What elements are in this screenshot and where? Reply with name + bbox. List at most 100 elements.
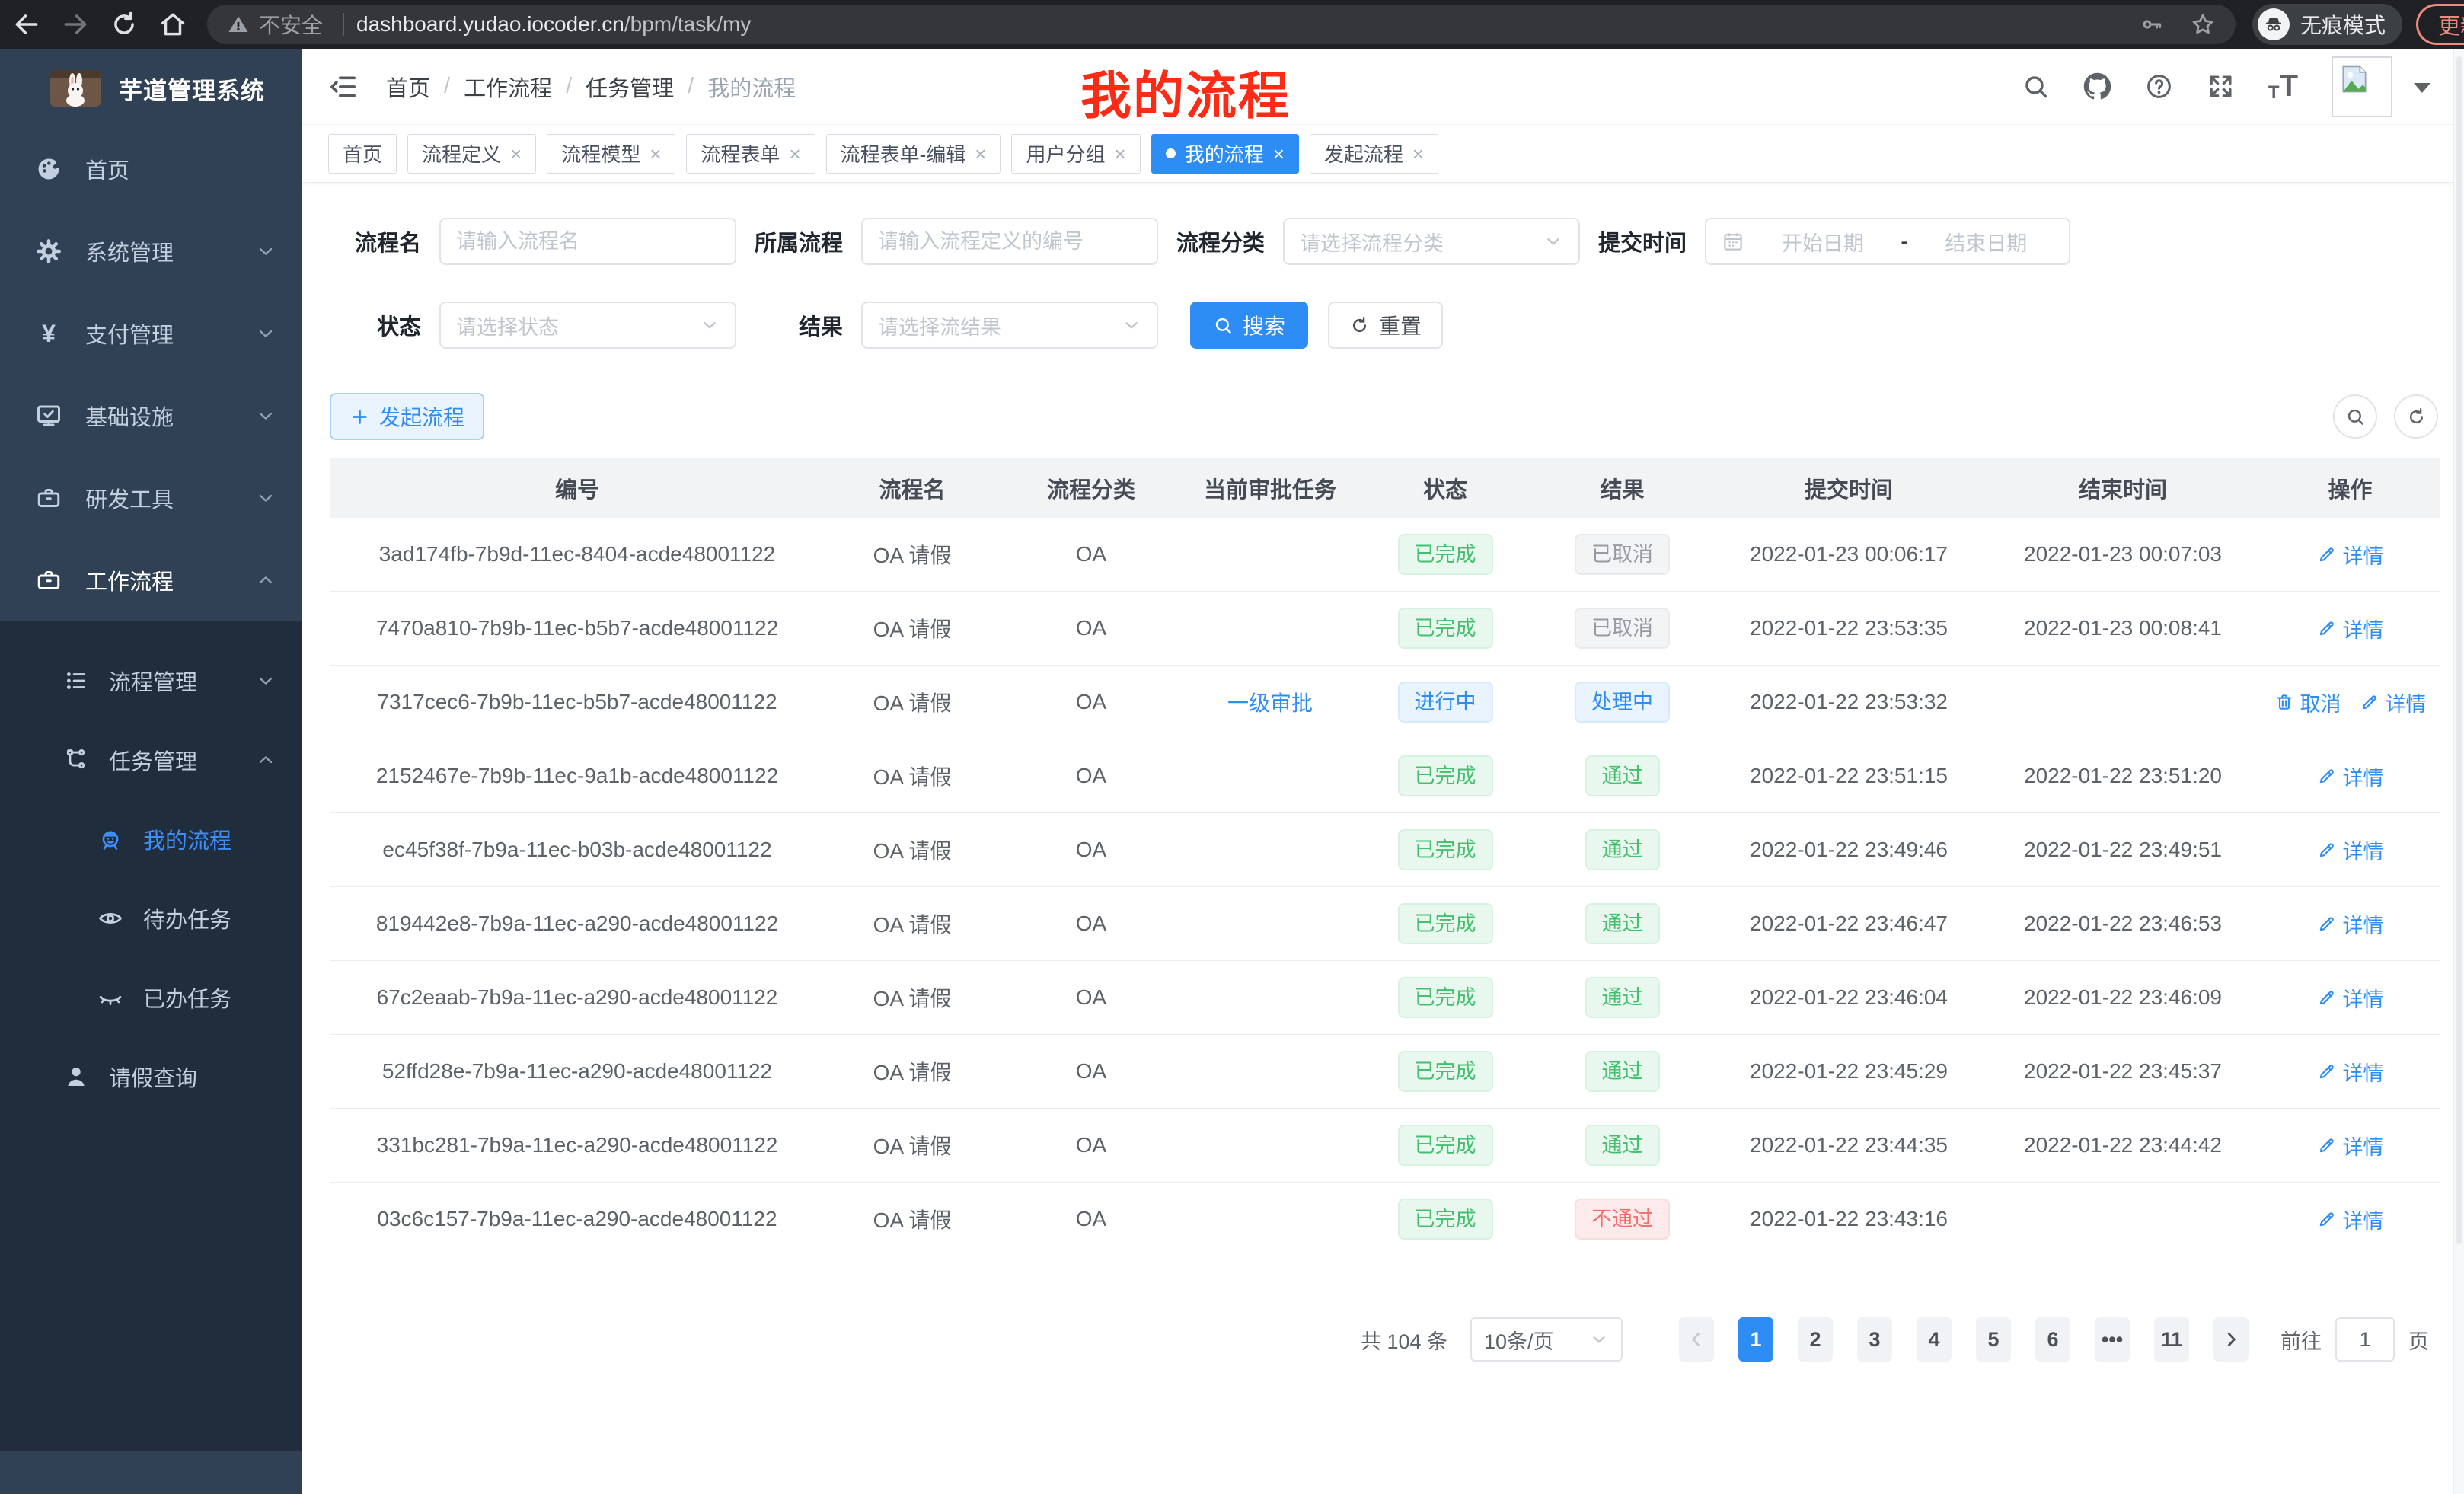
github-icon[interactable] bbox=[2083, 72, 2111, 101]
scrollbar-thumb[interactable] bbox=[2456, 56, 2462, 1244]
submit-time: 2022-01-22 23:44:35 bbox=[1750, 1133, 1948, 1157]
close-icon[interactable]: × bbox=[789, 144, 800, 164]
breadcrumb-item[interactable]: 工作流程 bbox=[464, 71, 552, 103]
detail-link[interactable]: 详情 bbox=[2317, 540, 2384, 570]
column-header: 流程名 bbox=[825, 472, 1000, 504]
page-button-6[interactable]: 6 bbox=[2035, 1317, 2070, 1362]
page-button-2[interactable]: 2 bbox=[1798, 1317, 1833, 1362]
scrollbar[interactable] bbox=[2453, 49, 2464, 1494]
sidebar-subitem-4[interactable]: 已办任务 bbox=[0, 958, 302, 1037]
reload-icon[interactable] bbox=[110, 10, 139, 39]
detail-link[interactable]: 详情 bbox=[2317, 1131, 2384, 1160]
process-name-input-field[interactable] bbox=[456, 230, 720, 254]
status-select[interactable]: 请选择状态 bbox=[439, 302, 736, 349]
detail-link[interactable]: 详情 bbox=[2317, 909, 2384, 939]
fullscreen-icon[interactable] bbox=[2207, 72, 2235, 101]
reset-button[interactable]: 重置 bbox=[1328, 302, 1443, 349]
sidebar-item-1[interactable]: 系统管理 bbox=[0, 210, 302, 292]
collapse-sidebar-icon[interactable] bbox=[328, 72, 359, 102]
detail-link[interactable]: 详情 bbox=[2360, 688, 2427, 717]
page-button-5[interactable]: 5 bbox=[1976, 1317, 2011, 1362]
tab-流程表单-编辑[interactable]: 流程表单-编辑× bbox=[826, 134, 1001, 174]
start-process-button[interactable]: 发起流程 bbox=[330, 393, 484, 440]
result-select[interactable]: 请选择流结果 bbox=[861, 302, 1158, 349]
sidebar-bottom-spacer bbox=[0, 1451, 302, 1494]
help-icon[interactable] bbox=[2145, 72, 2173, 101]
page-button-11[interactable]: 11 bbox=[2154, 1317, 2189, 1362]
process-definition-input-field[interactable] bbox=[878, 230, 1141, 254]
sidebar-item-2[interactable]: ¥支付管理 bbox=[0, 292, 302, 375]
home-icon[interactable] bbox=[158, 10, 187, 39]
detail-link[interactable]: 详情 bbox=[2317, 983, 2384, 1013]
tab-我的流程[interactable]: 我的流程× bbox=[1151, 134, 1299, 174]
cell-category: OA bbox=[1000, 1059, 1183, 1084]
forward-icon[interactable] bbox=[61, 10, 90, 39]
tab-用户分组[interactable]: 用户分组× bbox=[1011, 134, 1140, 174]
sidebar-item-0[interactable]: 首页 bbox=[0, 128, 302, 210]
detail-link[interactable]: 详情 bbox=[2317, 1205, 2384, 1234]
sidebar-item-3[interactable]: 基础设施 bbox=[0, 375, 302, 457]
sidebar-item-5[interactable]: 工作流程 bbox=[0, 539, 302, 621]
app-logo-row[interactable]: 芋道管理系统 bbox=[0, 49, 302, 128]
search-icon[interactable] bbox=[2022, 72, 2050, 101]
page-button-3[interactable]: 3 bbox=[1857, 1317, 1892, 1362]
sidebar-item-4[interactable]: 研发工具 bbox=[0, 457, 302, 539]
url-host: dashboard.yudao.iocoder.cn bbox=[356, 12, 624, 37]
search-button[interactable]: 搜索 bbox=[1190, 302, 1308, 349]
address-bar[interactable]: 不安全 dashboard.yudao.iocoder.cn/bpm/task/… bbox=[207, 5, 2236, 44]
tab-流程表单[interactable]: 流程表单× bbox=[686, 134, 815, 174]
detail-link[interactable]: 详情 bbox=[2317, 835, 2384, 865]
sidebar-subitem-1[interactable]: 任务管理 bbox=[0, 720, 302, 800]
process-definition-input[interactable] bbox=[861, 218, 1158, 265]
page-size-select[interactable]: 10条/页 bbox=[1470, 1317, 1623, 1362]
next-page-button[interactable] bbox=[2213, 1317, 2249, 1362]
breadcrumb-item[interactable]: 任务管理 bbox=[586, 71, 674, 103]
breadcrumb-item[interactable]: 首页 bbox=[386, 71, 430, 103]
sidebar-subitem-3[interactable]: 待办任务 bbox=[0, 879, 302, 958]
page-button-4[interactable]: 4 bbox=[1917, 1317, 1952, 1362]
avatar-dropdown-icon[interactable] bbox=[2414, 83, 2430, 101]
tab-流程模型[interactable]: 流程模型× bbox=[547, 134, 675, 174]
end-date-placeholder[interactable]: 结束日期 bbox=[1919, 227, 2054, 257]
detail-link[interactable]: 详情 bbox=[2317, 761, 2384, 791]
font-size-icon[interactable]: TT bbox=[2268, 69, 2298, 104]
detail-link[interactable]: 详情 bbox=[2317, 614, 2384, 643]
back-icon[interactable] bbox=[12, 10, 41, 39]
topbar: 首页 / 工作流程 / 任务管理 / 我的流程 TT bbox=[302, 49, 2464, 125]
cancel-link[interactable]: 取消 bbox=[2274, 688, 2341, 717]
show-search-toggle-button[interactable] bbox=[2333, 394, 2377, 439]
detail-link[interactable]: 详情 bbox=[2317, 1057, 2384, 1087]
close-icon[interactable]: × bbox=[1115, 144, 1126, 164]
sidebar-subitem-5[interactable]: 请假查询 bbox=[0, 1037, 302, 1116]
process-name-input[interactable] bbox=[439, 218, 736, 265]
close-icon[interactable]: × bbox=[1273, 144, 1285, 164]
bookmark-star-icon[interactable] bbox=[2190, 11, 2216, 37]
update-button[interactable]: 更新 bbox=[2416, 4, 2464, 45]
current-task-link[interactable]: 一级审批 bbox=[1227, 687, 1313, 717]
goto-page-input[interactable] bbox=[2335, 1317, 2395, 1362]
result-badge: 通过 bbox=[1585, 1125, 1660, 1166]
prev-page-button[interactable] bbox=[1679, 1317, 1714, 1362]
pagination: 共 104 条 10条/页 123456•••11 前往 页 bbox=[330, 1317, 2440, 1362]
submit-time-range-picker[interactable]: 开始日期 - 结束日期 bbox=[1705, 218, 2070, 265]
close-icon[interactable]: × bbox=[1412, 144, 1424, 164]
refresh-table-button[interactable] bbox=[2394, 394, 2438, 439]
sidebar-subitem-2[interactable]: 我的流程 bbox=[0, 800, 302, 879]
pen-icon bbox=[2317, 1061, 2337, 1081]
close-icon[interactable]: × bbox=[510, 144, 522, 164]
tab-发起流程[interactable]: 发起流程× bbox=[1310, 134, 1438, 174]
more-pages-button[interactable]: ••• bbox=[2095, 1317, 2130, 1362]
close-icon[interactable]: × bbox=[975, 144, 986, 164]
avatar[interactable] bbox=[2332, 56, 2392, 117]
breadcrumb: 首页 / 工作流程 / 任务管理 / 我的流程 bbox=[386, 71, 796, 103]
category-select[interactable]: 请选择流程分类 bbox=[1283, 218, 1580, 265]
start-date-placeholder[interactable]: 开始日期 bbox=[1755, 227, 1891, 257]
close-icon[interactable]: × bbox=[650, 144, 661, 164]
active-tab-dot bbox=[1166, 148, 1176, 158]
tab-流程定义[interactable]: 流程定义× bbox=[407, 134, 536, 174]
key-icon[interactable] bbox=[2140, 12, 2164, 37]
sidebar-subitem-0[interactable]: 流程管理 bbox=[0, 641, 302, 720]
tab-首页[interactable]: 首页 bbox=[328, 134, 397, 174]
status-badge: 进行中 bbox=[1398, 682, 1493, 723]
page-button-1[interactable]: 1 bbox=[1738, 1317, 1773, 1362]
